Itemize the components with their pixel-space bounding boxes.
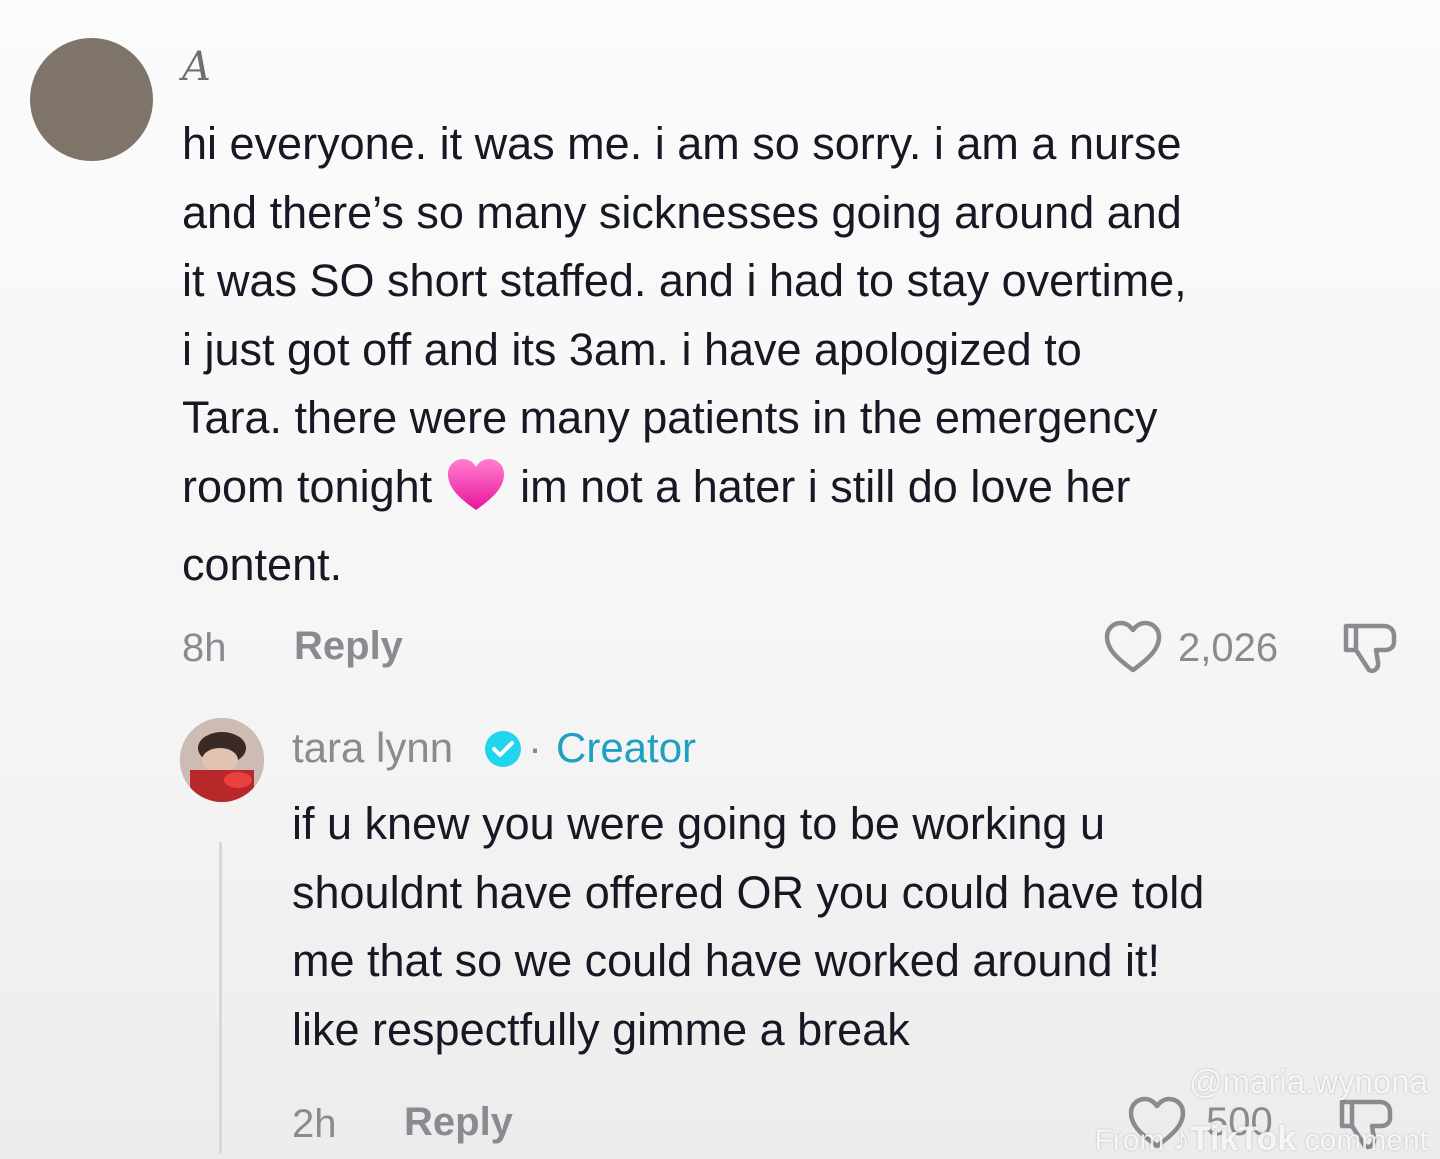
like-heart-icon[interactable] <box>1104 620 1162 674</box>
avatar[interactable] <box>30 38 153 161</box>
comment-line: and there’s so many sicknesses going aro… <box>182 186 1182 238</box>
comment-username[interactable]: A <box>182 44 211 90</box>
tiktok-logo-icon: ♪ <box>1172 1120 1190 1158</box>
comment-line-part: room tonight <box>182 460 433 512</box>
reply-reply-button[interactable]: Reply <box>404 1100 513 1145</box>
watermark-source: From ♪TikTok comment <box>1095 1120 1429 1159</box>
comment-line: content. <box>182 539 343 590</box>
verified-badge-icon <box>484 730 522 768</box>
watermark-suffix: comment <box>1304 1124 1428 1157</box>
comment-reply-button[interactable]: Reply <box>294 624 403 669</box>
reply-line: like respectfully gimme a break <box>292 1003 910 1055</box>
creator-badge: Creator <box>556 724 697 771</box>
comment-line-part: im not a hater i still do love her <box>520 460 1131 512</box>
comment-line: Tara. there were many patients in the em… <box>182 392 1158 443</box>
comment-line: i just got off and its 3am. i have apolo… <box>182 323 1082 375</box>
reply-line: me that so we could have worked around i… <box>292 935 1160 986</box>
separator-dot: · <box>528 724 542 771</box>
reply-username[interactable]: tara lynn <box>292 724 453 772</box>
comment-text: hi everyone. it was me. i am so sorry. i… <box>182 110 1412 600</box>
comment-like-count: 2,026 <box>1178 626 1279 670</box>
reply-line: shouldnt have offered OR you could have … <box>292 866 1205 918</box>
comment-line: room tonight im not a hater i still do lo… <box>182 453 1412 532</box>
watermark-handle: @maria.wynona <box>1189 1063 1428 1100</box>
dislike-icon[interactable] <box>1340 620 1400 678</box>
reply-text: if u knew you were going to be working u… <box>292 790 1412 1064</box>
comment-time: 8h <box>182 626 227 670</box>
comment-line: it was SO short staffed. and i had to st… <box>182 255 1187 306</box>
comment-line: hi everyone. it was me. i am so sorry. i… <box>182 118 1182 169</box>
reply-line: if u knew you were going to be working u <box>292 798 1105 849</box>
thread-line <box>219 842 222 1154</box>
reply-avatar[interactable] <box>180 718 264 802</box>
reply-time: 2h <box>292 1102 337 1146</box>
pink-heart-emoji-icon <box>446 458 506 532</box>
watermark-brand: TikTok <box>1189 1120 1297 1158</box>
watermark-from-text: From <box>1094 1124 1165 1157</box>
